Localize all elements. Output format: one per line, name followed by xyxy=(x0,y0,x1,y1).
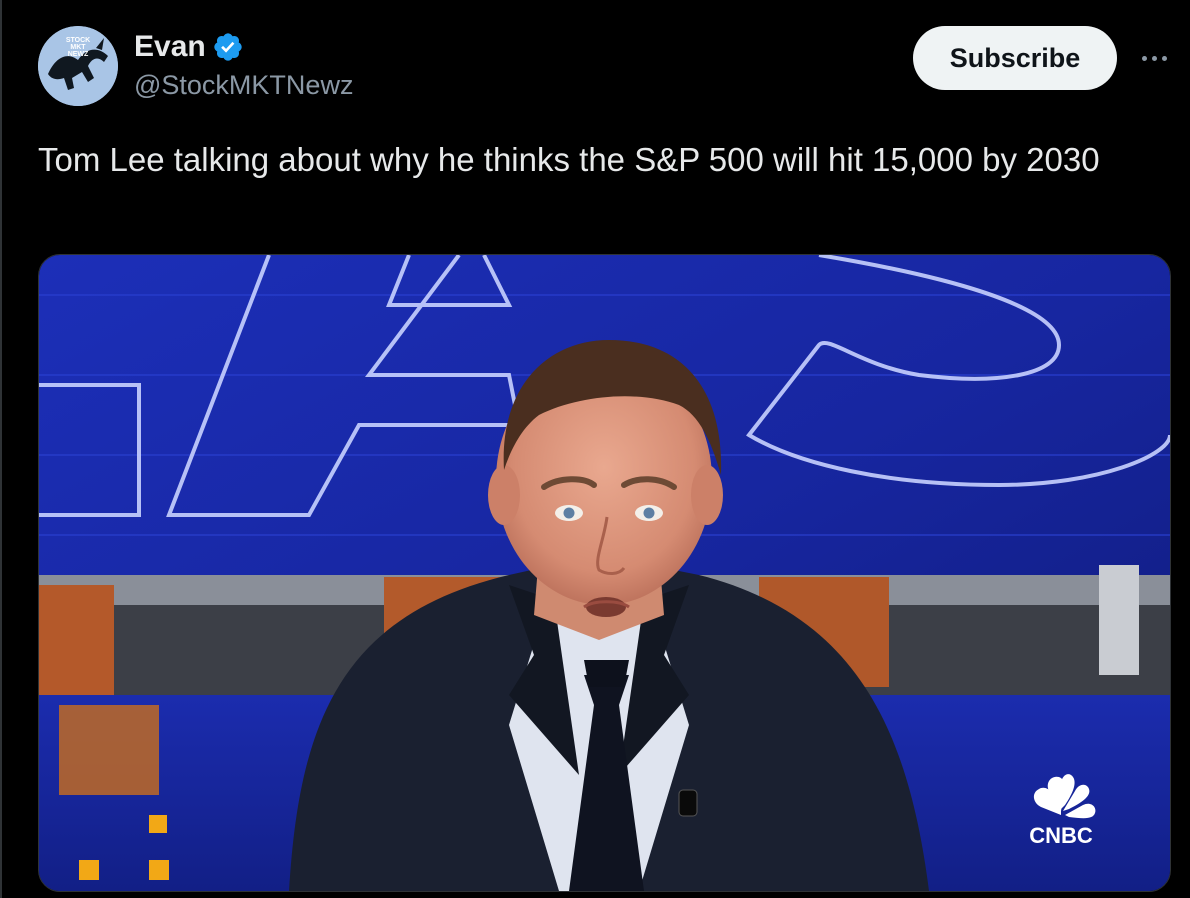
author-block: Evan @StockMKTNewz xyxy=(134,28,353,101)
bull-logo-icon: STOCK MKT NEWZ xyxy=(38,26,118,106)
more-options-icon[interactable] xyxy=(1134,40,1174,76)
verified-badge-icon[interactable] xyxy=(212,31,244,63)
video-media[interactable]: CNBC xyxy=(38,254,1171,892)
author-display-name[interactable]: Evan xyxy=(134,30,206,64)
author-name-row: Evan xyxy=(134,28,353,66)
post-text: Tom Lee talking about why he thinks the … xyxy=(38,141,1100,178)
subscribe-button[interactable]: Subscribe xyxy=(913,26,1117,90)
author-handle[interactable]: @StockMKTNewz xyxy=(134,70,353,101)
more-dot-2 xyxy=(1151,55,1157,61)
avatar-text-2: MKT xyxy=(70,44,86,51)
more-dot-3 xyxy=(1161,55,1167,61)
more-dot-1 xyxy=(1141,55,1147,61)
avatar-text-3: NEWZ xyxy=(68,51,89,58)
avatar-text-1: STOCK xyxy=(66,37,90,44)
timeline-divider xyxy=(0,0,2,898)
cnbc-logo-text: CNBC xyxy=(1029,823,1093,848)
author-avatar[interactable]: STOCK MKT NEWZ xyxy=(38,26,118,106)
post-card: STOCK MKT NEWZ Evan @StockMKTNewz Subscr… xyxy=(0,0,1190,898)
video-frame-image: CNBC xyxy=(39,255,1170,891)
